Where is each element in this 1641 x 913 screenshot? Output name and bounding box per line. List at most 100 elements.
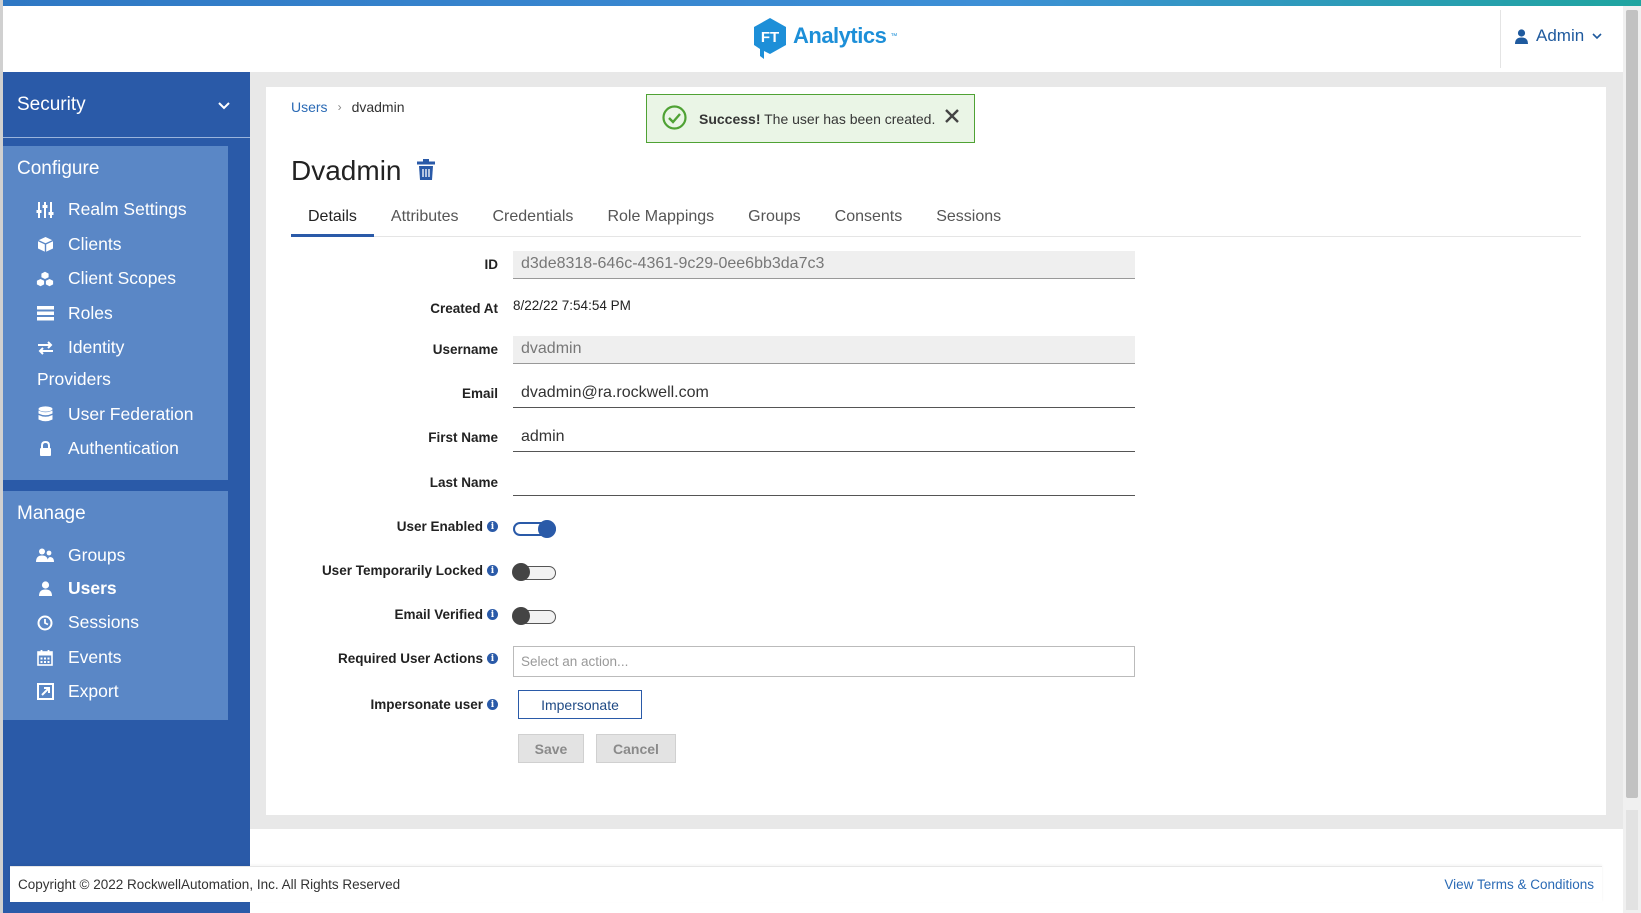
first-name-label: First Name — [428, 430, 498, 445]
info-icon[interactable]: i — [487, 565, 498, 576]
sidebar-item-label: Events — [68, 647, 122, 667]
required-actions-select[interactable]: Select an action... — [513, 646, 1135, 677]
user-enabled-toggle[interactable] — [513, 520, 556, 538]
temp-locked-toggle[interactable] — [512, 563, 556, 581]
app-logo[interactable]: FT Analytics ™ — [751, 16, 897, 59]
sidebar-item-label: Groups — [68, 545, 126, 565]
sidebar-item-users[interactable]: Users — [36, 578, 117, 599]
tab-attributes[interactable]: Attributes — [374, 202, 476, 237]
tab-role-mappings[interactable]: Role Mappings — [590, 202, 731, 237]
sidebar-item-roles[interactable]: Roles — [36, 303, 113, 324]
logo-text: Analytics — [793, 23, 887, 48]
impersonate-button[interactable]: Impersonate — [518, 690, 642, 719]
sidebar-item-identity-providers[interactable]: Identity — [36, 337, 124, 358]
sidebar-section-configure: Configure Realm Settings Clients Client … — [3, 146, 228, 480]
sidebar-item-label-continued[interactable]: Providers — [37, 369, 111, 390]
sidebar-item-label: Realm Settings — [68, 199, 187, 219]
lock-icon — [36, 440, 54, 458]
sidebar-item-clients[interactable]: Clients — [36, 234, 122, 255]
chevron-down-icon — [218, 94, 230, 116]
last-name-field[interactable] — [513, 468, 1135, 496]
tab-consents[interactable]: Consents — [818, 202, 920, 237]
scrollbar-thumb[interactable] — [1626, 10, 1638, 798]
sidebar-item-label: Users — [68, 578, 117, 598]
impersonate-label: Impersonate user i — [370, 697, 498, 712]
username-field — [513, 336, 1135, 364]
email-field[interactable] — [513, 380, 1135, 408]
sidebar-item-realm-settings[interactable]: Realm Settings — [36, 199, 187, 220]
cube-icon — [36, 236, 54, 254]
info-icon[interactable]: i — [487, 609, 498, 620]
id-label: ID — [485, 257, 499, 272]
sliders-icon — [36, 201, 54, 219]
last-name-label-text: Last Name — [429, 475, 498, 490]
last-name-input[interactable] — [521, 472, 1127, 490]
sidebar-item-label: Client Scopes — [68, 268, 176, 288]
temp-locked-label-text: User Temporarily Locked — [321, 563, 483, 578]
main-content-card: Users › dvadmin Success! The user has be… — [266, 87, 1606, 815]
trash-icon[interactable] — [417, 155, 436, 187]
chevron-down-icon — [1592, 32, 1602, 40]
first-name-label-text: First Name — [428, 430, 498, 445]
sidebar: Security Configure Realm Settings Client… — [3, 72, 250, 913]
email-verified-label: Email Verified i — [394, 607, 498, 622]
save-button[interactable]: Save — [518, 734, 584, 763]
sidebar-item-events[interactable]: Events — [36, 647, 122, 668]
database-icon — [36, 406, 54, 424]
sidebar-item-authentication[interactable]: Authentication — [36, 438, 179, 459]
page-title-text: Dvadmin — [291, 155, 402, 186]
close-icon[interactable] — [944, 108, 960, 127]
sidebar-item-groups[interactable]: Groups — [36, 545, 125, 566]
username-label: Username — [433, 342, 498, 357]
users-icon — [36, 547, 54, 565]
realm-name: Security — [17, 93, 86, 115]
breadcrumb-current: dvadmin — [351, 99, 405, 115]
check-circle-icon — [662, 104, 687, 133]
user-menu-dropdown[interactable]: Admin — [1515, 26, 1602, 46]
info-icon[interactable]: i — [487, 699, 498, 710]
sidebar-item-label: Sessions — [68, 612, 140, 632]
required-actions-label: Required User Actions i — [338, 651, 498, 666]
tab-credentials[interactable]: Credentials — [476, 202, 591, 237]
terms-link[interactable]: View Terms & Conditions — [1444, 877, 1594, 892]
tab-bar: Details Attributes Credentials Role Mapp… — [291, 202, 1581, 237]
scrollbar-track[interactable] — [1626, 810, 1638, 910]
email-input[interactable] — [521, 384, 1127, 402]
username-label-text: Username — [432, 342, 498, 357]
info-icon[interactable]: i — [487, 653, 498, 664]
sidebar-item-sessions[interactable]: Sessions — [36, 612, 139, 633]
created-at-label: Created At — [430, 301, 498, 316]
breadcrumb-link-users[interactable]: Users — [291, 99, 328, 115]
cancel-button[interactable]: Cancel — [596, 734, 676, 763]
user-menu-label: Admin — [1536, 26, 1585, 45]
sidebar-item-user-federation[interactable]: User Federation — [36, 404, 193, 425]
email-label: Email — [462, 386, 498, 401]
sidebar-item-label: User Federation — [68, 404, 194, 424]
realm-selector[interactable]: Security — [3, 72, 250, 138]
vertical-scrollbar[interactable] — [1623, 6, 1641, 913]
list-icon — [36, 305, 54, 323]
first-name-input[interactable] — [521, 428, 1127, 446]
sidebar-item-export[interactable]: Export — [36, 681, 119, 702]
page-title: Dvadmin — [291, 155, 436, 187]
tab-groups[interactable]: Groups — [731, 202, 817, 237]
email-label-text: Email — [461, 386, 498, 401]
sidebar-section-manage: Manage Groups Users Sessions Events Expo… — [3, 491, 228, 720]
user-enabled-label-text: User Enabled — [396, 519, 483, 534]
first-name-field[interactable] — [513, 424, 1135, 452]
info-icon[interactable]: i — [487, 521, 498, 532]
required-actions-label-text: Required User Actions — [337, 651, 483, 666]
copyright-text: Copyright © 2022 RockwellAutomation, Inc… — [18, 877, 401, 892]
footer: Copyright © 2022 RockwellAutomation, Inc… — [10, 866, 1602, 902]
alert-strong: Success! — [699, 110, 761, 127]
user-icon — [1515, 28, 1528, 44]
email-verified-toggle[interactable] — [512, 607, 556, 625]
sidebar-item-client-scopes[interactable]: Client Scopes — [36, 268, 176, 289]
tab-details[interactable]: Details — [291, 202, 374, 237]
alert-message: Success! The user has been created. — [699, 111, 935, 127]
calendar-icon — [36, 649, 54, 667]
sidebar-heading-manage: Manage — [17, 503, 86, 524]
clock-icon — [36, 614, 54, 632]
tab-sessions[interactable]: Sessions — [919, 202, 1018, 237]
breadcrumb: Users › dvadmin — [291, 99, 404, 115]
